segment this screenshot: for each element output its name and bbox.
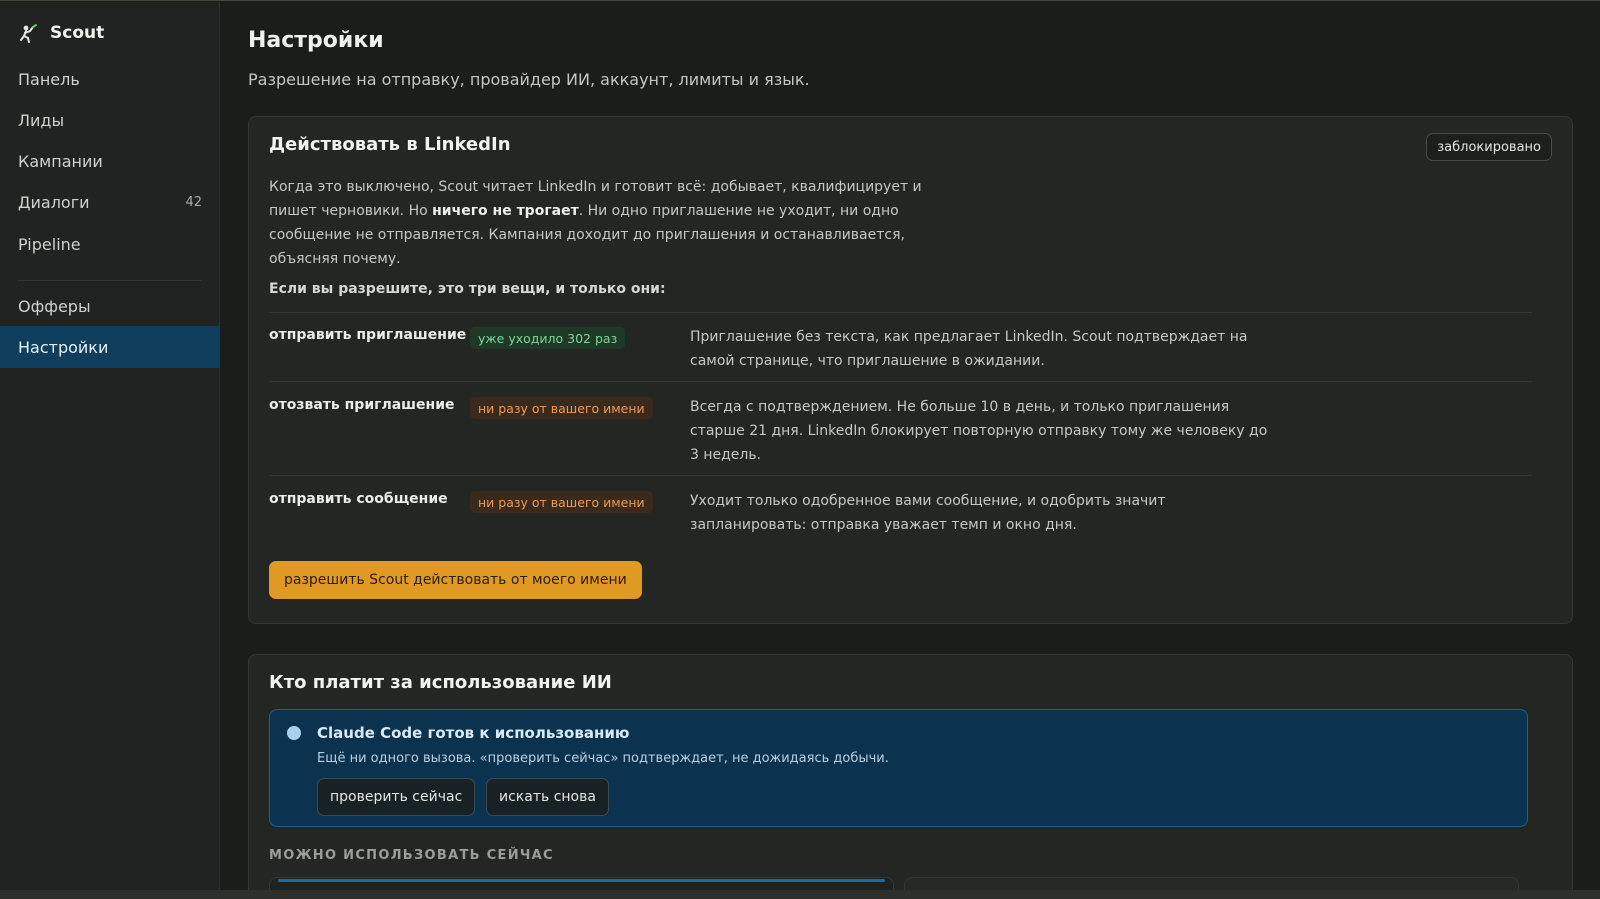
sidebar-item-label: Лиды bbox=[18, 110, 65, 130]
sidebar-item-pipeline[interactable]: Pipeline bbox=[0, 223, 220, 265]
page-title: Настройки bbox=[248, 28, 384, 53]
action-description: Всегда с подтверждением. Не больше 10 в … bbox=[690, 399, 1268, 463]
sidebar-item-label: Офферы bbox=[18, 296, 91, 316]
card-description: Когда это выключено, Scout читает Linked… bbox=[269, 175, 939, 271]
action-status-pill: ни разу от вашего имени bbox=[470, 397, 653, 419]
app-window: Scout Панель Лиды Кампании Диалоги 42 Pi… bbox=[0, 0, 1600, 899]
actions-lead: Если вы разрешите, это три вещи, и тольк… bbox=[269, 281, 666, 297]
scout-logo-icon bbox=[18, 22, 40, 44]
action-name: отправить сообщение bbox=[269, 491, 448, 507]
main-content: Настройки Разрешение на отправку, провай… bbox=[221, 2, 1600, 899]
divider bbox=[269, 312, 1532, 313]
available-section-label: МОЖНО ИСПОЛЬЗОВАТЬ СЕЙЧАС bbox=[269, 848, 554, 863]
card-title: Кто платит за использование ИИ bbox=[269, 672, 612, 693]
sidebar-item-label: Кампании bbox=[18, 151, 103, 171]
desc-bold: ничего не трогает bbox=[432, 203, 579, 219]
sidebar-item-campaigns[interactable]: Кампании bbox=[0, 140, 220, 182]
card-title: Действовать в LinkedIn bbox=[269, 134, 511, 155]
sidebar: Scout Панель Лиды Кампании Диалоги 42 Pi… bbox=[0, 2, 220, 890]
rescan-button[interactable]: искать снова bbox=[486, 778, 609, 816]
page-subtitle: Разрешение на отправку, провайдер ИИ, ак… bbox=[248, 70, 810, 89]
action-name: отозвать приглашение bbox=[269, 397, 455, 413]
sidebar-item-dialogs[interactable]: Диалоги 42 bbox=[0, 181, 220, 223]
sidebar-item-label: Pipeline bbox=[18, 234, 81, 254]
provider-status-panel: Claude Code готов к использованию Ещё ни… bbox=[269, 709, 1528, 827]
action-status-pill: ни разу от вашего имени bbox=[470, 491, 653, 513]
sidebar-item-dashboard[interactable]: Панель bbox=[0, 58, 220, 100]
action-description: Уходит только одобренное вами сообщение,… bbox=[690, 493, 1166, 533]
check-now-button[interactable]: проверить сейчас bbox=[317, 778, 476, 816]
brand[interactable]: Scout bbox=[18, 22, 104, 44]
divider bbox=[269, 475, 1532, 476]
ai-provider-card: Кто платит за использование ИИ Claude Co… bbox=[248, 654, 1573, 899]
selected-indicator bbox=[278, 879, 885, 882]
sidebar-item-label: Диалоги bbox=[18, 192, 90, 212]
status-dot-icon bbox=[287, 726, 301, 740]
action-description: Приглашение без текста, как предлагает L… bbox=[690, 329, 1248, 369]
action-status-pill: уже уходило 302 раз bbox=[470, 327, 626, 349]
linkedin-permission-card: Действовать в LinkedIn заблокировано Ког… bbox=[248, 116, 1573, 624]
sidebar-item-leads[interactable]: Лиды bbox=[0, 99, 220, 141]
sidebar-item-label: Панель bbox=[18, 69, 80, 89]
sidebar-divider bbox=[18, 280, 202, 281]
provider-subtitle: Ещё ни одного вызова. «проверить сейчас»… bbox=[317, 751, 889, 766]
action-name: отправить приглашение bbox=[269, 327, 467, 343]
dialogs-count-badge: 42 bbox=[185, 194, 202, 210]
divider bbox=[269, 381, 1532, 382]
brand-name: Scout bbox=[50, 23, 105, 43]
allow-actions-button[interactable]: разрешить Scout действовать от моего име… bbox=[269, 561, 642, 599]
status-badge: заблокировано bbox=[1426, 133, 1552, 161]
provider-title: Claude Code готов к использованию bbox=[317, 724, 630, 742]
window-bottom-edge bbox=[0, 890, 1600, 899]
sidebar-item-settings[interactable]: Настройки bbox=[0, 326, 220, 368]
sidebar-item-label: Настройки bbox=[18, 337, 109, 357]
sidebar-item-offers[interactable]: Офферы bbox=[0, 285, 220, 327]
